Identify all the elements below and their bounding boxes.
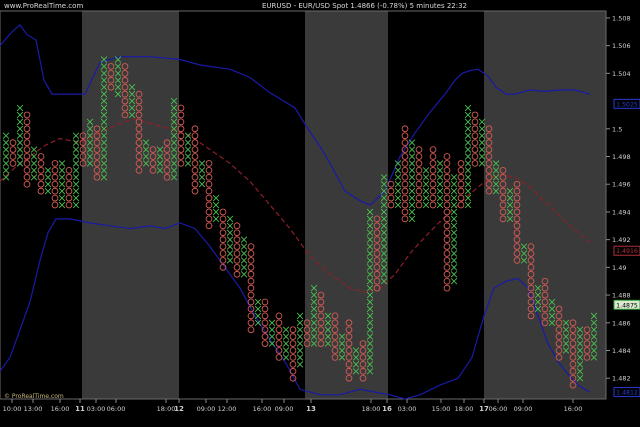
x-tick-label: 16:00 xyxy=(253,405,272,413)
y-tick-label: 1.494 xyxy=(612,208,631,216)
x-tick-label: 06:00 xyxy=(489,405,508,413)
x-tick-label: 06:00 xyxy=(107,405,126,413)
y-tick-label: 1.498 xyxy=(612,153,631,161)
y-tick-label: 1.5 xyxy=(612,125,622,133)
price-marker-label: 1.4875 xyxy=(616,302,638,309)
x-tick-label: 15:00 xyxy=(432,405,451,413)
y-tick-label: 1.504 xyxy=(612,70,631,78)
x-tick-label: 03:00 xyxy=(398,405,417,413)
x-tick-label: 09:00 xyxy=(275,405,294,413)
y-tick-label: 1.488 xyxy=(612,292,631,300)
session-bands xyxy=(82,11,606,399)
x-tick-label: 18:00 xyxy=(455,405,474,413)
price-marker-label: 1.4916 xyxy=(616,248,638,255)
x-tick-label: 12 xyxy=(174,405,184,413)
y-tick-label: 1.506 xyxy=(612,42,631,50)
y-tick-label: 1.496 xyxy=(612,181,631,189)
x-tick-label: 16 xyxy=(382,405,392,413)
chart-title: EURUSD - EUR/USD Spot 1.4866 (-0.78%) 5 … xyxy=(262,2,468,10)
y-tick-label: 1.484 xyxy=(612,347,631,355)
x-tick-label: 18:00 xyxy=(362,405,381,413)
price-marker-label: 1.5025 xyxy=(616,101,638,108)
y-tick-label: 1.508 xyxy=(612,14,631,22)
watermark: © ProRealTime.com xyxy=(4,393,64,400)
x-tick-label: 09:00 xyxy=(197,405,216,413)
x-tick-label: 12:00 xyxy=(218,405,237,413)
pnf-chart: 1.508 1.506 1.504 1.5 1.498 1.496 1.494 1.492 1.… xyxy=(0,0,640,427)
x-tick-label: 13 xyxy=(306,405,316,413)
y-tick-label: 1.49 xyxy=(612,264,626,272)
x-tick-label: 18:00 xyxy=(157,405,176,413)
y-tick-label: 1.486 xyxy=(612,319,631,327)
y-tick-label: 1.482 xyxy=(612,375,631,383)
x-tick-label: 16:00 xyxy=(564,405,583,413)
session-band xyxy=(305,11,388,399)
x-tick-label: 03:00 xyxy=(87,405,106,413)
x-tick-label: 17 xyxy=(479,405,489,413)
x-tick-label: 13:00 xyxy=(24,405,43,413)
y-tick-label: 1.492 xyxy=(612,236,631,244)
x-tick-label: 10:00 xyxy=(3,405,22,413)
x-tick-label: 16:00 xyxy=(51,405,70,413)
x-tick-label: 09:00 xyxy=(514,405,533,413)
site-label: www.ProRealTime.com xyxy=(4,2,84,10)
x-tick-label: 11 xyxy=(75,405,85,413)
price-marker-label: 1.4812 xyxy=(616,390,638,397)
